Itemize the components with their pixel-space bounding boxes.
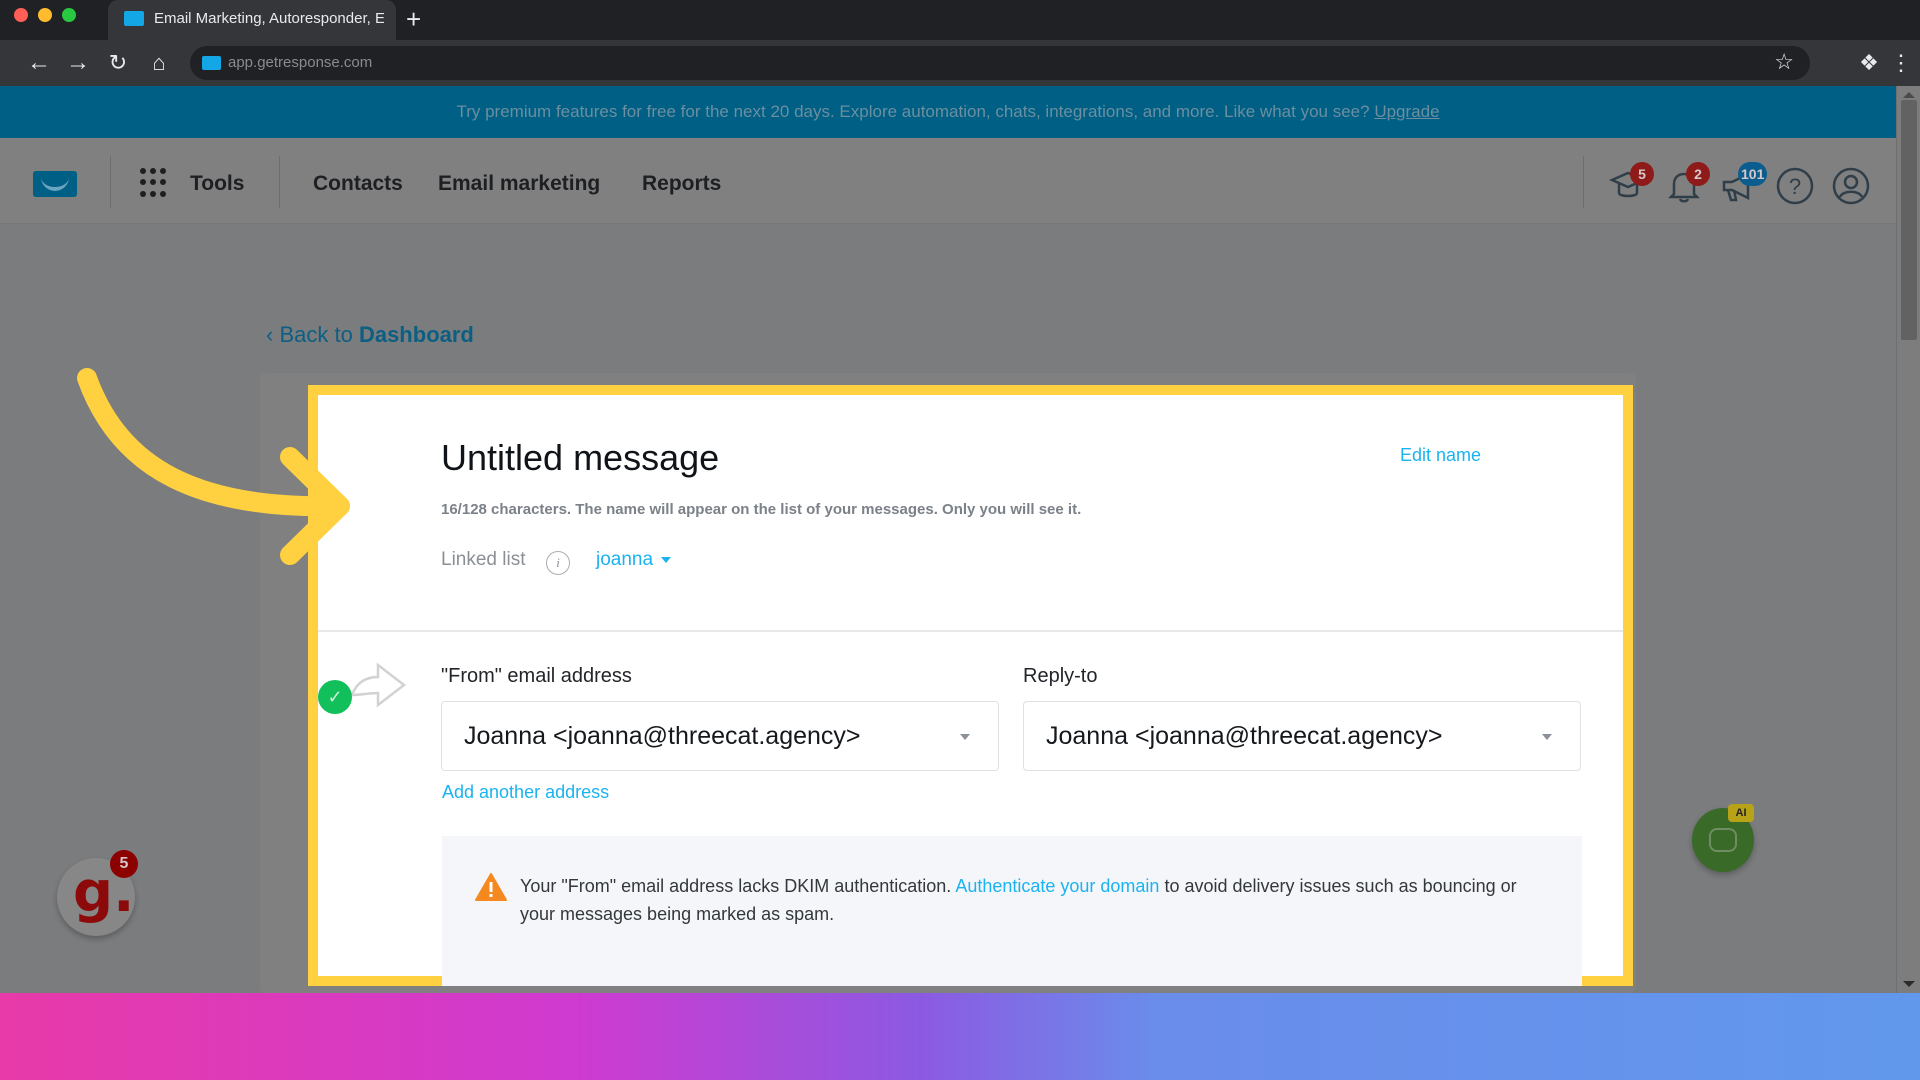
bookmark-star-icon[interactable]: ☆ <box>1774 49 1794 75</box>
site-favicon-icon <box>202 56 221 70</box>
window-minimize-button[interactable] <box>38 8 52 22</box>
from-address-select[interactable]: Joanna <joanna@threecat.agency> <box>441 701 999 771</box>
decorative-gradient-bar <box>0 993 1920 1080</box>
reply-to-value: Joanna <joanna@threecat.agency> <box>1046 722 1443 750</box>
g-assistant-widget[interactable]: g. 5 <box>57 850 138 936</box>
svg-text:?: ? <box>1789 174 1801 199</box>
message-title: Untitled message <box>441 437 720 478</box>
robot-icon <box>1709 828 1737 852</box>
tab-title: Email Marketing, Autoresponder, E <box>154 10 384 27</box>
tools-grid-icon[interactable] <box>140 168 170 198</box>
browser-menu-icon[interactable]: ⋮ <box>1886 48 1916 78</box>
window-close-button[interactable] <box>14 8 28 22</box>
academy-icon[interactable]: 5 <box>1608 162 1654 206</box>
nav-contacts[interactable]: Contacts <box>313 172 403 196</box>
getresponse-logo-icon[interactable] <box>33 171 77 197</box>
home-icon[interactable]: ⌂ <box>144 48 174 78</box>
chevron-left-icon: ‹ <box>266 322 280 347</box>
send-arrow-icon <box>350 662 407 708</box>
announcements-badge: 101 <box>1738 162 1768 186</box>
authenticate-domain-link[interactable]: Authenticate your domain <box>955 876 1159 896</box>
page-scrollbar[interactable] <box>1896 86 1920 993</box>
back-to-dashboard-link[interactable]: ‹ Back to Dashboard <box>266 322 474 348</box>
window-maximize-button[interactable] <box>62 8 76 22</box>
scroll-down-arrow-icon[interactable] <box>1903 981 1915 987</box>
forward-arrow-icon[interactable]: → <box>63 48 93 78</box>
dkim-warning-box: Your "From" email address lacks DKIM aut… <box>442 836 1582 986</box>
promo-banner: Try premium features for free for the ne… <box>0 86 1896 138</box>
account-avatar-icon[interactable] <box>1831 166 1871 206</box>
caret-down-icon <box>960 734 970 740</box>
browser-tab-strip: Email Marketing, Autoresponder, E + <box>0 0 1920 40</box>
linked-list-label: Linked list <box>441 549 526 570</box>
header-divider <box>279 156 280 208</box>
app-header: Tools Contacts Email marketing Reports 5… <box>0 138 1896 224</box>
address-bar-url: app.getresponse.com <box>228 54 373 71</box>
nav-tools[interactable]: Tools <box>190 172 244 196</box>
info-icon[interactable]: i <box>546 551 570 575</box>
section-divider <box>318 630 1623 632</box>
browser-tab[interactable]: Email Marketing, Autoresponder, E <box>108 0 396 40</box>
reply-to-select[interactable]: Joanna <joanna@threecat.agency> <box>1023 701 1581 771</box>
nav-email-marketing[interactable]: Email marketing <box>438 172 600 196</box>
reply-to-label: Reply-to <box>1023 665 1098 687</box>
back-arrow-icon[interactable]: ← <box>24 48 54 78</box>
new-tab-button[interactable]: + <box>406 4 421 34</box>
from-address-value: Joanna <joanna@threecat.agency> <box>464 722 861 750</box>
nav-reports[interactable]: Reports <box>642 172 721 196</box>
extensions-puzzle-icon[interactable]: ❖ <box>1854 48 1884 78</box>
warning-triangle-icon <box>475 873 507 901</box>
dkim-warning-text: Your "From" email address lacks DKIM aut… <box>520 876 1517 924</box>
scrollbar-thumb[interactable] <box>1901 100 1917 340</box>
announcements-megaphone-icon[interactable]: 101 <box>1718 162 1768 206</box>
scroll-up-arrow-icon[interactable] <box>1903 92 1915 98</box>
academy-badge: 5 <box>1630 162 1654 186</box>
notifications-badge: 2 <box>1686 162 1710 186</box>
caret-down-icon <box>661 556 672 563</box>
character-count-hint: 16/128 characters. The name will appear … <box>441 501 1082 518</box>
header-divider <box>1583 156 1584 208</box>
caret-down-icon <box>1542 734 1552 740</box>
highlighted-message-settings: Untitled message Edit name 16/128 charac… <box>308 385 1633 986</box>
getresponse-favicon-icon <box>124 11 144 26</box>
header-divider <box>110 156 111 208</box>
add-another-address-link[interactable]: Add another address <box>442 782 609 803</box>
notifications-bell-icon[interactable]: 2 <box>1664 162 1710 206</box>
help-icon[interactable]: ? <box>1775 166 1815 206</box>
linked-list-dropdown[interactable]: joanna <box>596 549 672 571</box>
ai-badge: AI <box>1728 804 1754 822</box>
browser-toolbar: ← → ↻ ⌂ app.getresponse.com ☆ ❖ ⋮ <box>0 40 1920 86</box>
from-address-label: "From" email address <box>441 665 632 687</box>
upgrade-link[interactable]: Upgrade <box>1374 102 1439 121</box>
edit-name-link[interactable]: Edit name <box>1400 445 1481 466</box>
ai-assistant-button[interactable]: AI <box>1692 804 1754 872</box>
reload-icon[interactable]: ↻ <box>103 48 133 78</box>
promo-text: Try premium features for free for the ne… <box>456 102 1370 121</box>
g-widget-badge: 5 <box>110 850 138 878</box>
check-circle-icon: ✓ <box>318 680 352 714</box>
address-bar[interactable]: app.getresponse.com ☆ <box>190 46 1810 80</box>
